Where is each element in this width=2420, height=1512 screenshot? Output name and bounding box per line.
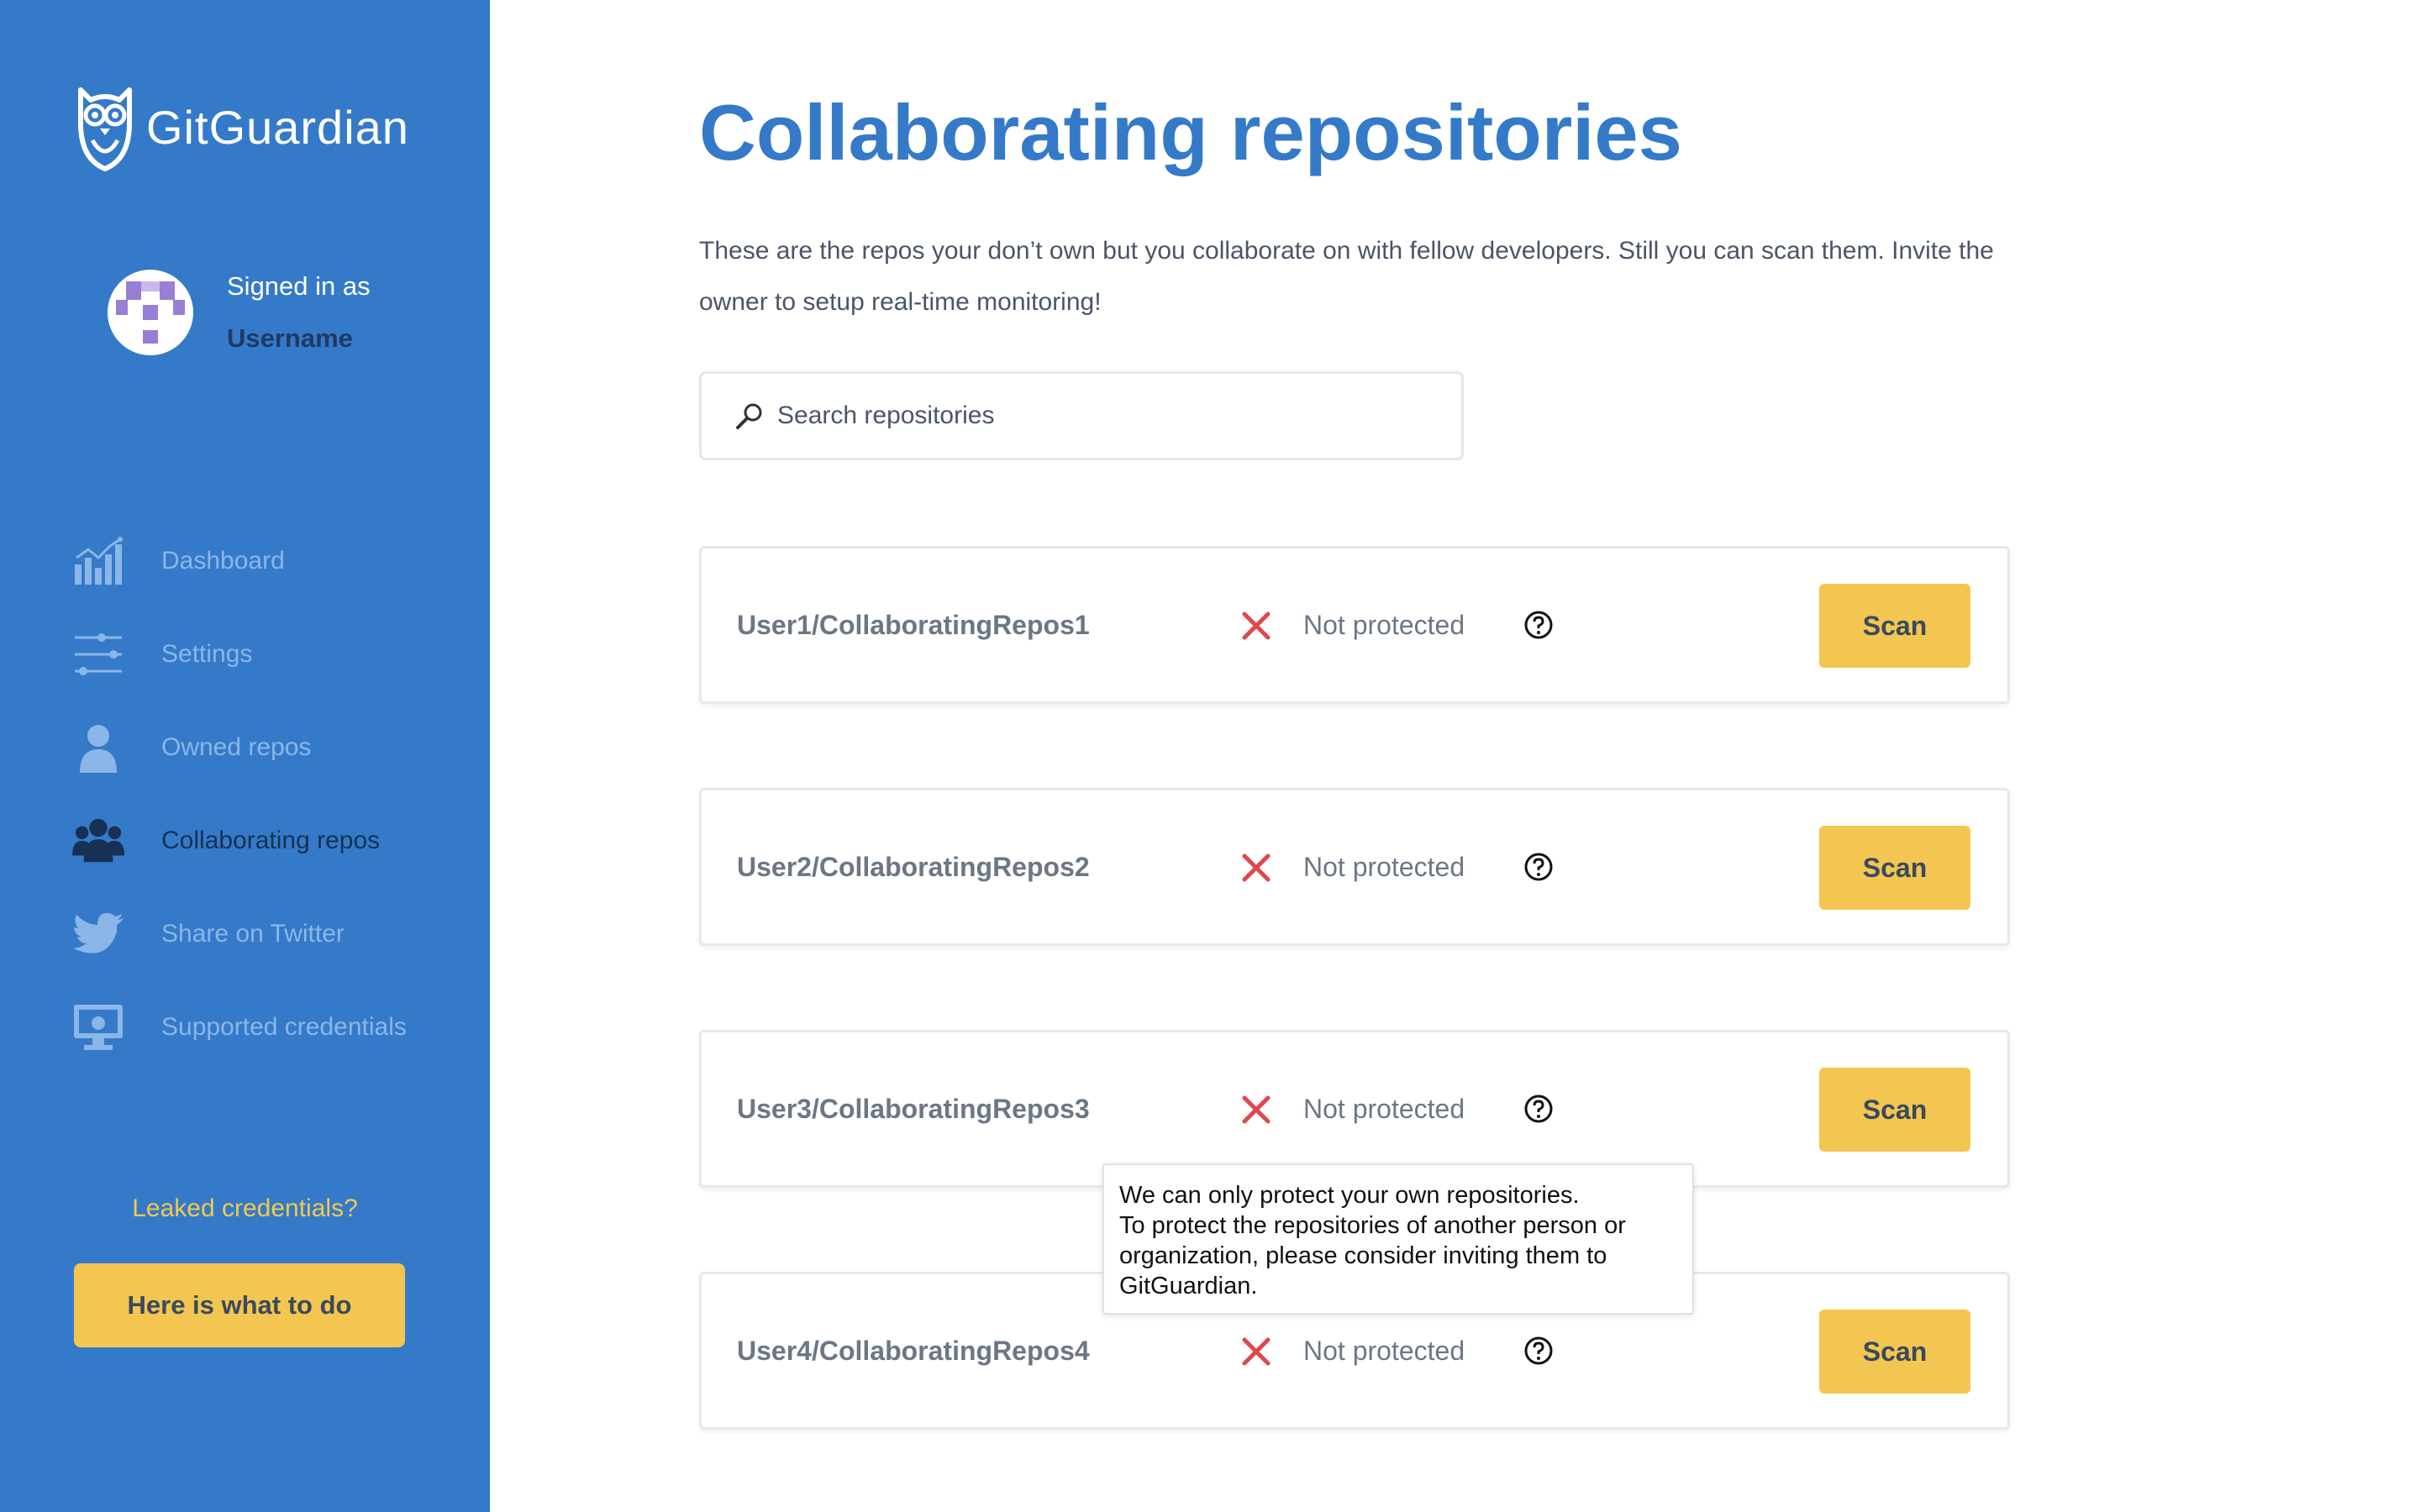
scan-button[interactable]: Scan <box>1819 826 1970 910</box>
user-icon <box>72 722 124 774</box>
page-title: Collaborating repositories <box>699 88 1682 176</box>
tooltip-line: To protect the repositories of another p… <box>1119 1212 1626 1239</box>
sidebar-item-label: Dashboard <box>161 546 285 575</box>
chart-icon <box>72 535 124 587</box>
repo-name[interactable]: User3/CollaboratingRepos3 <box>737 1032 1090 1185</box>
repo-name[interactable]: User1/CollaboratingRepos1 <box>737 549 1090 701</box>
tooltip-line: organization, please consider inviting t… <box>1119 1242 1607 1269</box>
sidebar-item-settings[interactable]: Settings <box>72 607 476 701</box>
tooltip-line: GitGuardian. <box>1119 1273 1258 1299</box>
sidebar-item-label: Owned repos <box>161 732 312 761</box>
page-description: These are the repos your don’t own but y… <box>699 237 1994 316</box>
avatar[interactable] <box>108 270 193 355</box>
search-icon <box>735 402 764 430</box>
sidebar-item-label: Settings <box>161 639 253 668</box>
scan-button[interactable]: Scan <box>1819 584 1970 668</box>
sidebar-item-owned-repos[interactable]: Owned repos <box>72 701 476 794</box>
leaked-credentials-link[interactable]: Leaked credentials? <box>0 1194 490 1223</box>
question-circle-icon[interactable] <box>1523 610 1554 640</box>
sidebar-item-label: Share on Twitter <box>161 919 345 948</box>
scan-button[interactable]: Scan <box>1819 1068 1970 1152</box>
monitor-icon <box>72 1001 124 1053</box>
x-icon <box>1242 853 1270 882</box>
tooltip: We can only protect your own repositorie… <box>1102 1163 1694 1315</box>
sidebar-item-label: Supported credentials <box>161 1012 407 1041</box>
sidebar-item-collaborating-repos[interactable]: Collaborating repos <box>72 794 476 887</box>
gitguardian-logo[interactable]: GitGuardian <box>72 81 409 173</box>
sidebar: GitGuardian Signed in as Username Dashbo… <box>0 0 490 1512</box>
user-info: Signed in as Username <box>108 260 371 365</box>
brand-name: GitGuardian <box>146 100 409 154</box>
scan-button[interactable]: Scan <box>1819 1310 1970 1394</box>
repo-card: User1/CollaboratingRepos1 Not protected … <box>699 546 2010 704</box>
sidebar-item-label: Collaborating repos <box>161 826 381 854</box>
question-circle-icon[interactable] <box>1523 1094 1554 1124</box>
group-icon <box>72 815 124 867</box>
twitter-icon <box>72 908 124 960</box>
here-is-what-to-do-button[interactable]: Here is what to do <box>74 1263 405 1347</box>
x-icon <box>1242 1095 1270 1124</box>
sidebar-item-dashboard[interactable]: Dashboard <box>72 514 476 607</box>
x-icon <box>1242 612 1270 640</box>
status-text: Not protected <box>1303 1093 1465 1124</box>
signed-in-label: Signed in as <box>227 271 371 301</box>
repo-card: User2/CollaboratingRepos2 Not protected … <box>699 788 2010 946</box>
repo-name[interactable]: User2/CollaboratingRepos2 <box>737 790 1090 943</box>
sidebar-item-share-twitter[interactable]: Share on Twitter <box>72 887 476 980</box>
username: Username <box>227 323 353 353</box>
question-circle-icon[interactable] <box>1523 1336 1554 1366</box>
tooltip-line: We can only protect your own repositorie… <box>1119 1182 1580 1209</box>
sliders-icon <box>72 628 124 680</box>
sidebar-item-supported-credentials[interactable]: Supported credentials <box>72 980 476 1074</box>
owl-logo-icon <box>78 87 132 171</box>
question-circle-icon[interactable] <box>1523 852 1554 882</box>
sidebar-nav: Dashboard Settings Owned repos Collabora… <box>72 514 476 1074</box>
status-text: Not protected <box>1303 851 1465 882</box>
search-input[interactable] <box>777 402 1416 430</box>
status-text: Not protected <box>1303 609 1465 640</box>
x-icon <box>1242 1337 1270 1366</box>
repo-name[interactable]: User4/CollaboratingRepos4 <box>737 1274 1090 1427</box>
search-box[interactable] <box>699 371 1464 460</box>
